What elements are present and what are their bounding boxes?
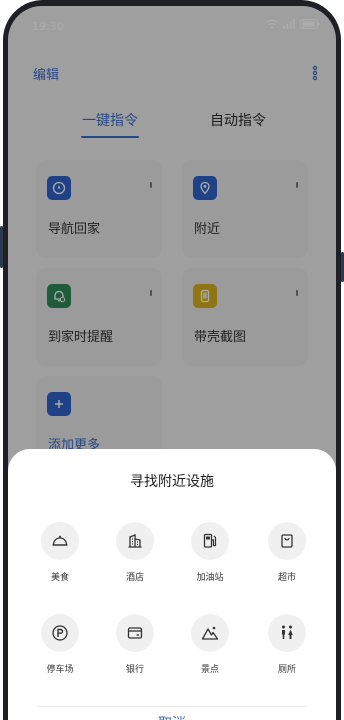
facility-bank[interactable]: 银行 (100, 614, 170, 675)
sheet-title: 寻找附近设施 (130, 474, 214, 490)
hotel-building-icon (116, 522, 154, 560)
facility-hotel[interactable]: 酒店 (100, 522, 170, 583)
facility-label: 景点 (200, 665, 219, 675)
phone-body: 19:30 编辑 一键指令 自动指令 导航回家 附近 到家时提醒 带壳截图 添加… (3, 0, 341, 720)
facility-label: 厕所 (277, 665, 296, 675)
facility-supermarket[interactable]: 超市 (252, 522, 322, 583)
facility-food[interactable]: 美食 (25, 522, 95, 583)
sheet-divider (38, 706, 306, 707)
wallet-card-icon (116, 614, 154, 652)
mountain-icon (191, 614, 229, 652)
shopping-bag-icon (268, 522, 306, 560)
facility-label: 停车场 (46, 665, 74, 675)
cancel-button[interactable]: 取消 (8, 713, 336, 720)
facility-label: 酒店 (125, 573, 144, 583)
gas-pump-icon (191, 522, 229, 560)
screen: 19:30 编辑 一键指令 自动指令 导航回家 附近 到家时提醒 带壳截图 添加… (8, 6, 336, 720)
facility-gas-station[interactable]: 加油站 (175, 522, 245, 583)
restroom-icon (268, 614, 306, 652)
facility-label: 超市 (277, 573, 296, 583)
facility-label: 加油站 (196, 573, 224, 583)
parking-icon (41, 614, 79, 652)
facility-parking[interactable]: 停车场 (25, 614, 95, 675)
facility-scenic-spot[interactable]: 景点 (175, 614, 245, 675)
food-cloche-icon (41, 522, 79, 560)
facility-label: 美食 (50, 573, 69, 583)
facility-label: 银行 (125, 665, 144, 675)
facility-restroom[interactable]: 厕所 (252, 614, 322, 675)
nearby-facilities-sheet: 寻找附近设施 美食 酒店 加油站 超市 停车场 银行 景点 厕所 (8, 449, 336, 720)
phone-frame: 19:30 编辑 一键指令 自动指令 导航回家 附近 到家时提醒 带壳截图 添加… (0, 0, 344, 720)
